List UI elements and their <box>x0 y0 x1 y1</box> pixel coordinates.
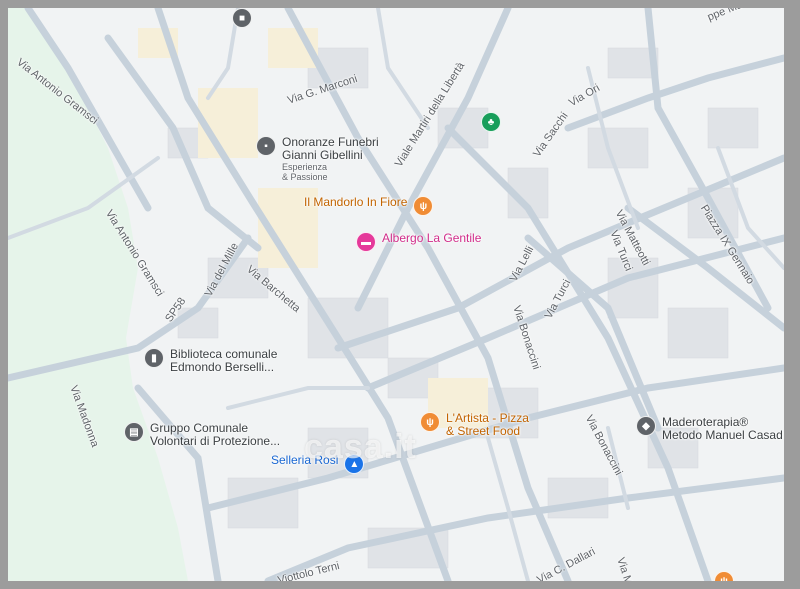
building-icon: ▪ <box>256 136 276 156</box>
watermark: casa.it <box>304 428 417 466</box>
school-icon: ◆ <box>636 416 656 436</box>
map-canvas[interactable] <box>8 8 784 581</box>
poi-onoranze-funebri-gianni-gibellini[interactable]: ▪ Onoranze Funebri Gianni Gibellini Esperie… <box>256 136 379 182</box>
poi-il-mandorlo-in-fiore[interactable]: ψ Il Mandorlo In Fiore <box>304 195 434 216</box>
poi-label: Onoranze Funebri Gianni Gibellini Esperien… <box>282 135 379 183</box>
restaurant-icon: ψ <box>420 412 440 432</box>
poi-biblioteca-comunale-edmondo-berselli[interactable]: ▮ Biblioteca comunale Edmondo Berselli... <box>144 348 277 374</box>
poi-l-artista-pizza-street-food[interactable]: ψ L'Artista - Pizza & Street Food <box>420 412 529 438</box>
poi-maderoterapia-metodo-manuel-casad[interactable]: ◆ Maderoterapia® Metodo Manuel Casad <box>636 416 783 442</box>
bus-stop-icon[interactable]: ■ <box>232 8 252 28</box>
park-icon[interactable]: ♣ <box>481 112 501 132</box>
poi-label: Albergo La Gentile <box>382 231 482 245</box>
poi-gruppo-comunale-volontari-di-protezione[interactable]: ▤ Gruppo Comunale Volontari di Protezione.… <box>124 422 280 448</box>
restaurant-icon: ψ <box>413 196 434 216</box>
poi-label: L'Artista - Pizza & Street Food <box>446 411 529 438</box>
poi-albergo-la-gentile[interactable]: ▬ Albergo La Gentile <box>356 232 481 252</box>
poi-label: Biblioteca comunale Edmondo Berselli... <box>170 347 278 374</box>
library-icon: ▮ <box>144 348 164 368</box>
poi-label: Il Mandorlo In Fiore <box>304 195 408 209</box>
government-icon: ▤ <box>124 422 144 442</box>
poi-label: Gruppo Comunale Volontari di Protezione..… <box>150 421 281 448</box>
hotel-icon: ▬ <box>356 232 376 252</box>
poi-label: Maderoterapia® Metodo Manuel Casad <box>662 415 783 442</box>
map-view[interactable]: Via Antonio Gramsci Via Antonio Gramsci Vi… <box>8 8 784 581</box>
